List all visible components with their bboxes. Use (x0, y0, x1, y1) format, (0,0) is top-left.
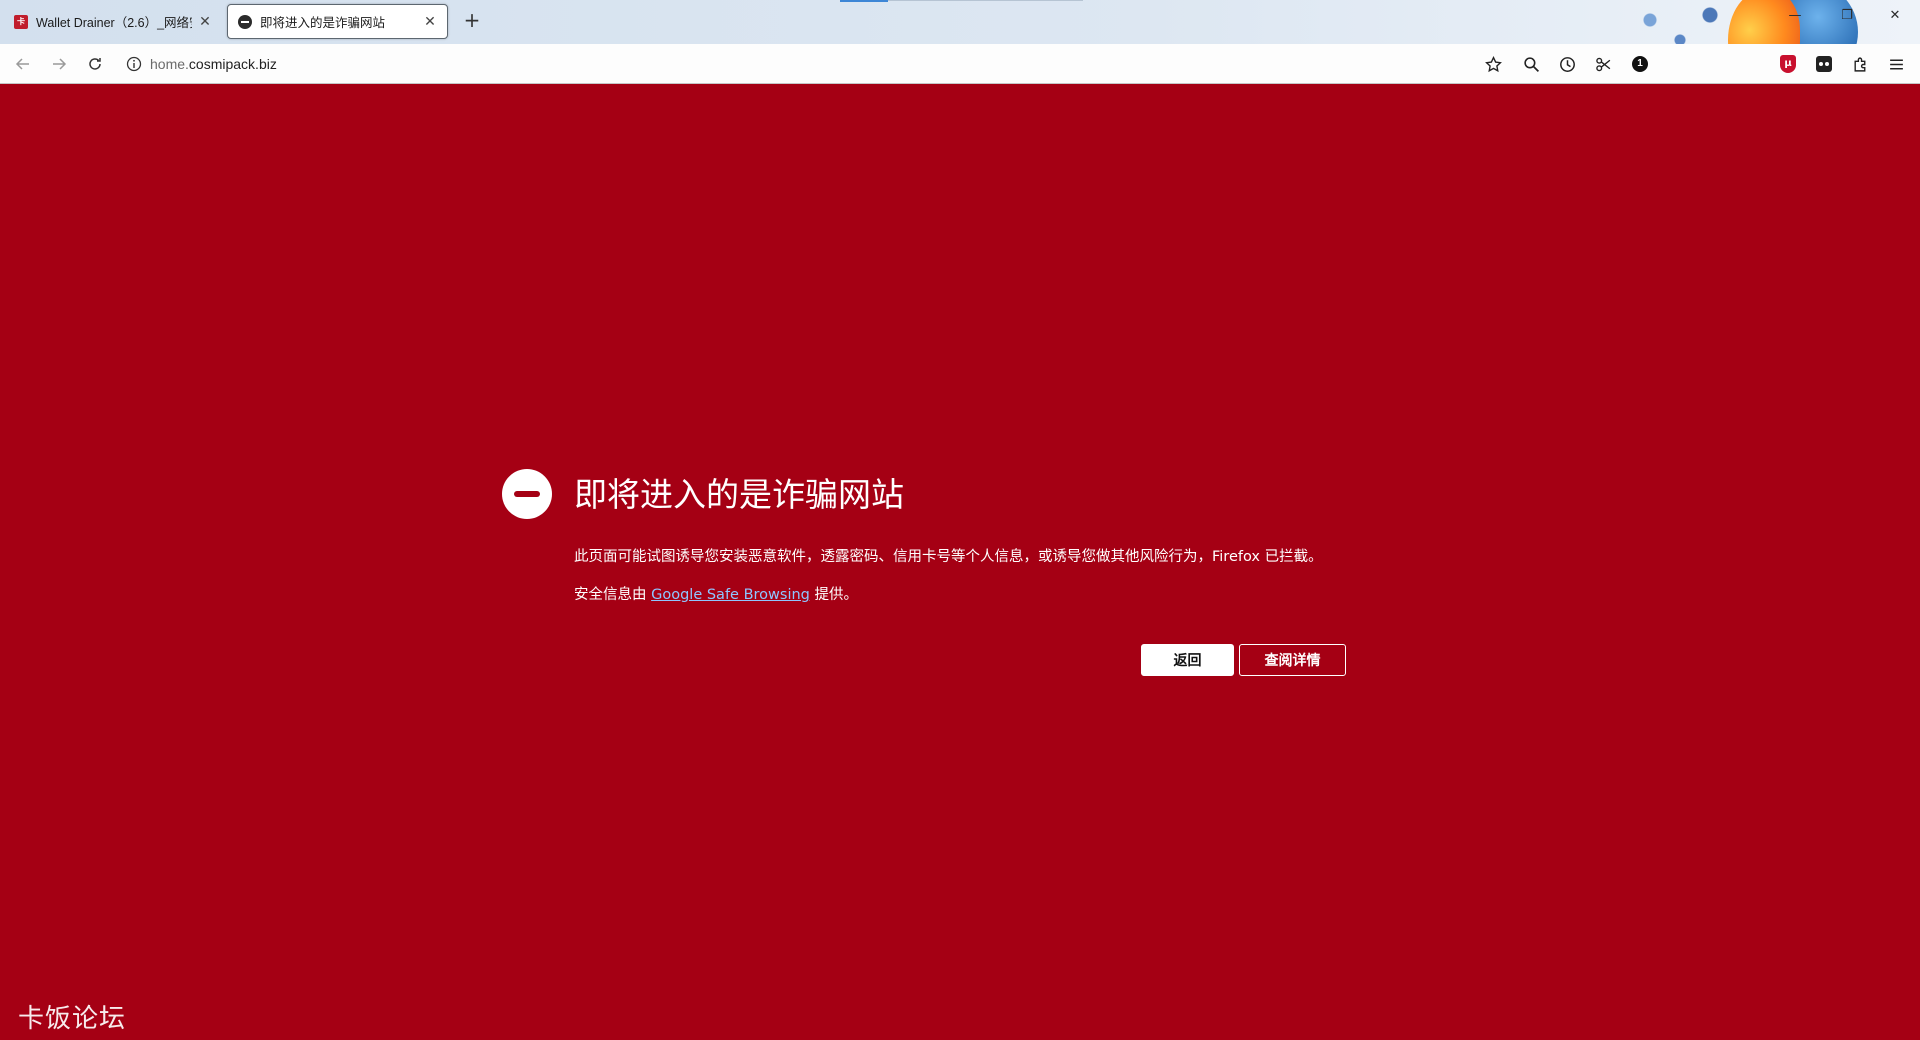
url-text[interactable]: home.cosmipack.biz (150, 56, 277, 72)
tab-title: 即将进入的是诈骗网站 (260, 16, 386, 30)
navigation-toolbar: home.cosmipack.biz 1 μ (0, 44, 1920, 84)
see-details-button[interactable]: 查阅详情 (1239, 644, 1346, 676)
source-suffix: 提供。 (809, 587, 858, 603)
extensions-button[interactable] (1850, 54, 1870, 74)
tab-blocked-site[interactable]: 即将进入的是诈骗网站 ✕ (227, 4, 448, 39)
google-safe-browsing-link[interactable]: Google Safe Browsing (651, 587, 810, 603)
forum-watermark: 卡饭论坛 (18, 1004, 127, 1034)
forward-button[interactable] (47, 52, 71, 76)
back-button[interactable] (11, 52, 35, 76)
window-close-button[interactable]: ✕ (1884, 8, 1906, 23)
app-menu-button[interactable] (1886, 54, 1906, 74)
ublock-icon: μ (1780, 55, 1796, 73)
ublock-button[interactable]: μ (1778, 54, 1798, 74)
url-subdomain: home. (150, 56, 189, 72)
warning-title: 即将进入的是诈骗网站 (574, 475, 904, 514)
search-button[interactable] (1521, 54, 1541, 74)
go-back-button[interactable]: 返回 (1141, 644, 1234, 676)
reload-icon (89, 58, 101, 70)
tab-strip-accent (840, 0, 888, 2)
star-icon (1484, 55, 1502, 72)
warning-description: 此页面可能试图诱导您安装恶意软件，透露密码、信用卡号等个人信息，或诱导您做其他风… (574, 549, 1323, 565)
arrow-left-icon (15, 58, 29, 70)
site-info-icon[interactable] (126, 56, 142, 72)
ghostery-button[interactable] (1814, 54, 1834, 74)
warning-block-icon (502, 469, 552, 519)
kafan-favicon-icon: 卡 (14, 14, 28, 29)
new-tab-button[interactable]: + (460, 8, 484, 32)
block-favicon-icon (238, 14, 252, 29)
arrow-right-icon (53, 58, 67, 70)
extensions-icon (1853, 57, 1865, 72)
tab-close-icon[interactable]: ✕ (198, 13, 212, 30)
menu-icon (1889, 58, 1903, 70)
onepassword-button[interactable]: 1 (1630, 54, 1650, 74)
scissors-icon (1595, 57, 1610, 71)
search-icon (1523, 56, 1539, 72)
screenshot-button[interactable] (1593, 54, 1613, 74)
minimize-button[interactable]: — (1784, 8, 1806, 23)
tab-strip: 卡 Wallet Drainer（2.6）_网络安 ✕ 即将进入的是诈骗网站 ✕… (0, 0, 1920, 44)
url-domain: cosmipack.biz (188, 56, 277, 72)
history-icon (1559, 56, 1575, 72)
warning-source: 安全信息由 Google Safe Browsing 提供。 (574, 583, 858, 604)
onepassword-icon: 1 (1632, 56, 1648, 72)
tab-wallet-drainer[interactable]: 卡 Wallet Drainer（2.6）_网络安 ✕ (4, 4, 222, 39)
tab-close-icon[interactable]: ✕ (423, 13, 437, 30)
history-button[interactable] (1557, 54, 1577, 74)
maximize-button[interactable]: ❐ (1836, 8, 1858, 23)
ghostery-icon (1816, 56, 1832, 72)
tab-title: Wallet Drainer（2.6）_网络安 (36, 16, 192, 30)
reload-button[interactable] (83, 52, 107, 76)
tab-strip-divider (888, 0, 1083, 1)
source-prefix: 安全信息由 (574, 587, 652, 603)
bookmark-star-button[interactable] (1483, 54, 1503, 74)
url-bar[interactable]: home.cosmipack.biz (120, 49, 1430, 79)
